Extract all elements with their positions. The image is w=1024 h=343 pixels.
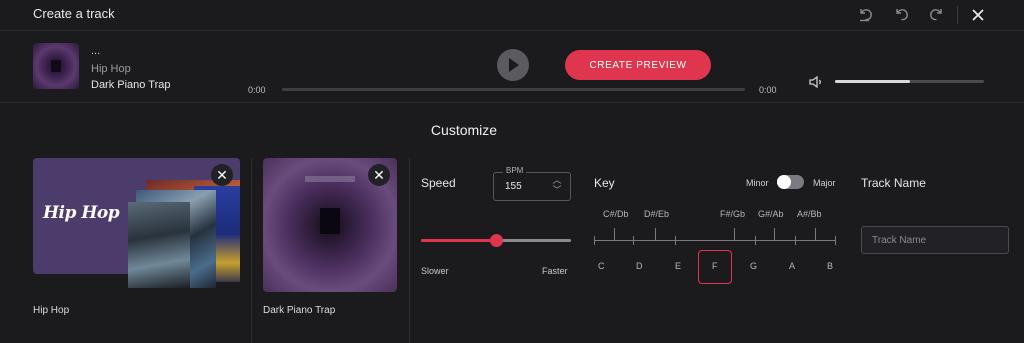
key-label: Key: [594, 176, 615, 190]
key-note-label[interactable]: G: [750, 261, 757, 271]
create-preview-button[interactable]: CREATE PREVIEW: [565, 50, 711, 80]
speed-label: Speed: [421, 176, 456, 190]
key-note-label[interactable]: C: [598, 261, 605, 271]
key-tick: [633, 236, 634, 245]
track-card-label: Dark Piano Trap: [263, 305, 336, 316]
key-tick: [835, 236, 836, 245]
bpm-stepper-icon[interactable]: ︿ ﹀: [551, 175, 563, 197]
key-tick: [614, 228, 615, 240]
key-tick: [815, 228, 816, 240]
speed-slider-handle[interactable]: [490, 234, 503, 247]
album-collage: [128, 180, 240, 288]
key-tick: [675, 236, 676, 245]
track-name: Dark Piano Trap: [91, 79, 171, 91]
key-sharp-label[interactable]: D#/Eb: [644, 209, 669, 219]
track-more[interactable]: ...: [91, 45, 100, 57]
volume-icon[interactable]: [808, 74, 824, 90]
key-tick: [594, 236, 595, 245]
key-tick: [755, 236, 756, 245]
play-icon: [509, 58, 519, 72]
redo-icon[interactable]: [926, 5, 946, 25]
customize-heading: Customize: [430, 122, 498, 138]
key-tick: [774, 228, 775, 240]
key-tick: [734, 228, 735, 240]
column-divider: [409, 158, 410, 343]
time-elapsed: 0:00: [248, 85, 266, 95]
history-icon[interactable]: [856, 5, 876, 25]
faster-label: Faster: [542, 266, 568, 276]
key-note-label[interactable]: D: [636, 261, 643, 271]
page-title: Create a track: [33, 6, 115, 21]
track-name-label: Track Name: [861, 176, 926, 190]
key-tick: [655, 228, 656, 240]
major-label: Major: [813, 178, 836, 188]
key-note-label[interactable]: A: [789, 261, 795, 271]
speed-slider-fill: [421, 239, 496, 242]
bpm-value[interactable]: 155: [505, 181, 522, 192]
slower-label: Slower: [421, 266, 449, 276]
toolbar-divider: [957, 6, 958, 24]
key-scale-line: [594, 240, 836, 241]
genre-card-label: Hip Hop: [33, 305, 70, 316]
track-thumbnail: [33, 43, 79, 89]
key-note-label[interactable]: E: [675, 261, 681, 271]
volume-level: [835, 80, 910, 83]
time-total: 0:00: [759, 85, 777, 95]
key-tick: [795, 236, 796, 245]
undo-icon[interactable]: [892, 5, 912, 25]
play-button[interactable]: [497, 49, 529, 81]
selected-key-indicator[interactable]: [698, 250, 732, 284]
remove-track-button[interactable]: ✕: [368, 164, 390, 186]
key-sharp-label[interactable]: A#/Bb: [797, 209, 822, 219]
key-note-label[interactable]: B: [827, 261, 833, 271]
track-name-input[interactable]: [861, 226, 1009, 254]
column-divider: [251, 158, 252, 343]
key-sharp-label[interactable]: F#/Gb: [720, 209, 745, 219]
mode-toggle-knob: [777, 175, 791, 189]
minor-label: Minor: [746, 178, 769, 188]
hip-hop-logo: Hip Hop: [43, 203, 120, 223]
bpm-caption: BPM: [503, 166, 527, 175]
close-icon[interactable]: [968, 5, 988, 25]
key-sharp-label[interactable]: C#/Db: [603, 209, 629, 219]
remove-genre-button[interactable]: ✕: [211, 164, 233, 186]
track-genre: Hip Hop: [91, 63, 131, 75]
key-sharp-label[interactable]: G#/Ab: [758, 209, 784, 219]
playback-progress-bar[interactable]: [282, 88, 745, 91]
